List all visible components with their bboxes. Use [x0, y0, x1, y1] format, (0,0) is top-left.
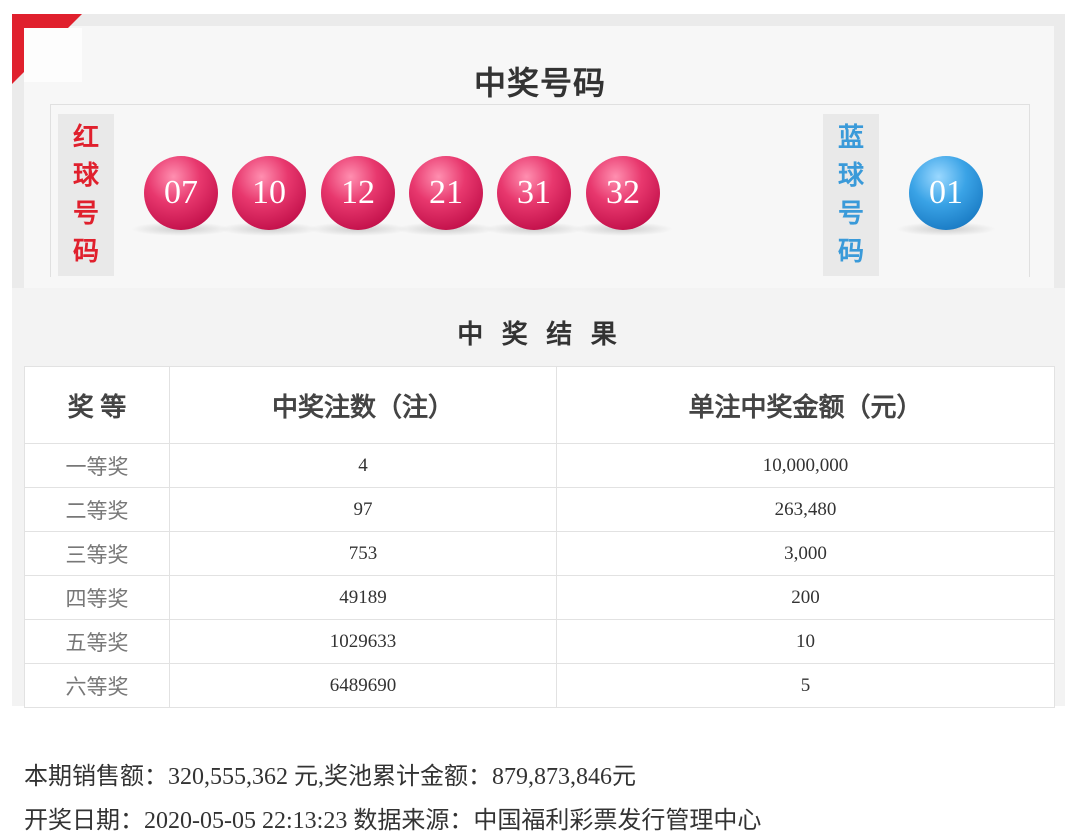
- prize-amount: 200: [556, 575, 1055, 620]
- winner-count: 4: [169, 443, 557, 488]
- blue-label-char: 球: [837, 161, 864, 190]
- sales-summary: 本期销售额：320,555,362 元,奖池累计金额：879,873,846元: [24, 764, 636, 790]
- winner-count: 6489690: [169, 663, 557, 708]
- red-ball-label: 红 球 号 码: [58, 114, 114, 276]
- winner-count: 97: [169, 487, 557, 532]
- prize-level: 四等奖: [24, 575, 170, 620]
- results-title: 中 奖 结 果: [457, 320, 623, 349]
- column-header-count: 中奖注数（注）: [169, 366, 557, 444]
- winner-count: 753: [169, 531, 557, 576]
- blue-label-char: 蓝: [837, 123, 864, 152]
- table-row: 三等奖 753 3,000: [24, 531, 1055, 576]
- red-label-char: 红: [72, 123, 99, 152]
- red-label-char: 球: [72, 161, 99, 190]
- prize-level: 五等奖: [24, 619, 170, 664]
- blue-ball-label: 蓝 球 号 码: [823, 114, 879, 276]
- prize-level: 三等奖: [24, 531, 170, 576]
- column-header-level: 奖 等: [24, 366, 170, 444]
- blue-label-char: 码: [837, 237, 864, 266]
- red-ball: 10: [232, 156, 306, 230]
- prize-level: 一等奖: [24, 443, 170, 488]
- prize-table: 奖 等 中奖注数（注） 单注中奖金额（元） 一等奖 4 10,000,000 二…: [24, 366, 1055, 708]
- table-row: 五等奖 1029633 10: [24, 619, 1055, 664]
- winner-count: 1029633: [169, 619, 557, 664]
- prize-amount: 263,480: [556, 487, 1055, 532]
- draw-date-source: 开奖日期：2020-05-05 22:13:23 数据来源：中国福利彩票发行管理…: [24, 808, 762, 834]
- table-row: 四等奖 49189 200: [24, 575, 1055, 620]
- red-ball: 12: [321, 156, 395, 230]
- red-label-char: 号: [72, 199, 99, 228]
- blue-ball: 01: [909, 156, 983, 230]
- column-header-amount: 单注中奖金额（元）: [556, 366, 1055, 444]
- prize-level: 六等奖: [24, 663, 170, 708]
- blue-label-char: 号: [837, 199, 864, 228]
- red-ball: 32: [586, 156, 660, 230]
- table-row: 二等奖 97 263,480: [24, 487, 1055, 532]
- red-ball: 31: [497, 156, 571, 230]
- prize-amount: 10: [556, 619, 1055, 664]
- red-ball: 21: [409, 156, 483, 230]
- red-label-char: 码: [72, 237, 99, 266]
- table-row: 一等奖 4 10,000,000: [24, 443, 1055, 488]
- prize-amount: 3,000: [556, 531, 1055, 576]
- winner-count: 49189: [169, 575, 557, 620]
- page-title: 中奖号码: [473, 65, 606, 101]
- prize-amount: 5: [556, 663, 1055, 708]
- table-header-row: 奖 等 中奖注数（注） 单注中奖金额（元）: [24, 366, 1055, 444]
- table-row: 六等奖 6489690 5: [24, 663, 1055, 708]
- prize-amount: 10,000,000: [556, 443, 1055, 488]
- prize-level: 二等奖: [24, 487, 170, 532]
- red-ball: 07: [144, 156, 218, 230]
